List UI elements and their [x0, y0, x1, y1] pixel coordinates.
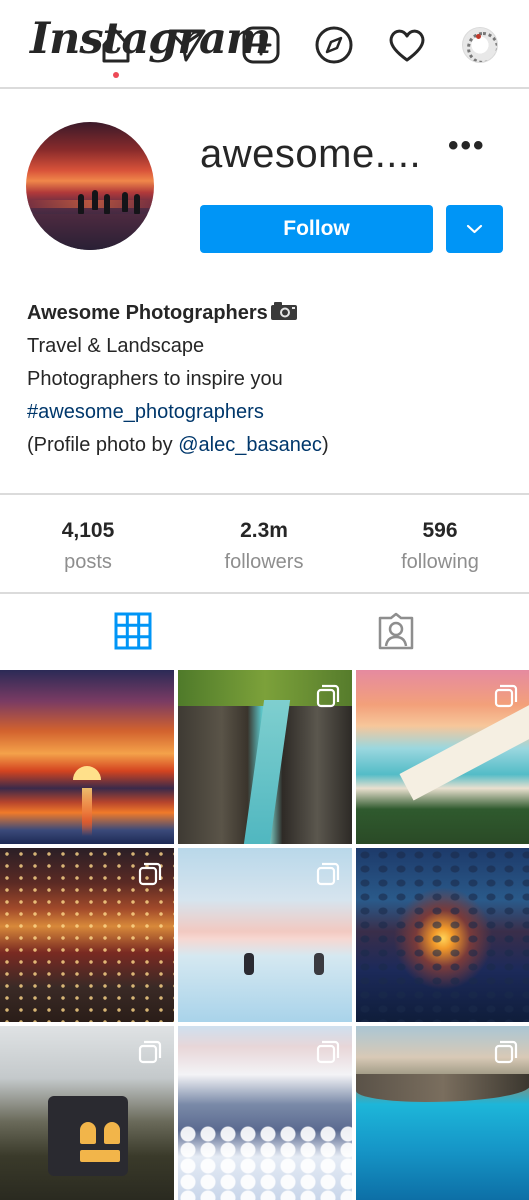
bio-line: Travel & Landscape [27, 335, 205, 357]
stat-label: followers [224, 551, 304, 573]
photo-figure [134, 194, 140, 214]
photo-figure [314, 953, 324, 975]
post-thumbnail-sunset-sea[interactable] [0, 670, 174, 844]
photo-figure [122, 192, 128, 212]
stat-value: 4,105 [61, 519, 115, 542]
multiple-photos-icon [138, 1040, 162, 1064]
post-thumbnail-beach-coast[interactable] [356, 670, 529, 844]
profile-stats: 4,105 posts 2.3m followers 596 following [0, 493, 529, 594]
photo-window [80, 1150, 120, 1162]
direct-icon[interactable] [166, 26, 208, 64]
bio-hashtag-link[interactable]: #awesome_photographers [27, 396, 507, 429]
tagged-tab[interactable] [376, 611, 416, 651]
bio-mention-link[interactable]: @alec_basanec [178, 434, 322, 456]
explore-icon[interactable] [314, 25, 354, 65]
photo-figure [78, 194, 84, 214]
photo-figure [92, 190, 98, 210]
multiple-photos-icon [494, 684, 518, 708]
profile-bio: Awesome Photographers Travel & Landscape… [27, 297, 507, 462]
instagram-logo[interactable]: Instagram [30, 14, 271, 64]
stat-label: posts [64, 551, 112, 573]
photo-reflection [82, 788, 92, 836]
photo-rocks [356, 1074, 529, 1102]
profile-username: awesome.... [200, 132, 422, 176]
photo-sea [26, 214, 154, 250]
stat-label: following [401, 551, 479, 573]
chevron-down-icon [466, 224, 483, 234]
follow-button[interactable]: Follow [200, 205, 433, 253]
photo-river [243, 700, 291, 844]
more-options-button[interactable]: ••• [448, 131, 492, 161]
profile-full-name: Awesome Photographers [27, 302, 268, 324]
posts-grid-tab[interactable] [113, 611, 153, 651]
photo-figure [104, 194, 110, 214]
multiple-photos-icon [316, 862, 340, 886]
bio-line: Photographers to inspire you [27, 368, 283, 390]
activity-heart-icon[interactable] [387, 25, 427, 65]
bio-credit-suffix: ) [321, 434, 329, 456]
photo-figure [244, 953, 254, 975]
stat-value: 596 [422, 519, 458, 542]
camera-emoji-icon [270, 302, 297, 320]
post-thumbnail-salt-flat[interactable] [178, 848, 352, 1022]
post-thumbnail-turquoise-bay[interactable] [356, 1026, 529, 1200]
profile-avatar-icon[interactable] [462, 27, 498, 63]
followers-stat[interactable]: 2.3m followers [176, 519, 352, 574]
posts-stat: 4,105 posts [0, 519, 176, 574]
photo-sun [73, 766, 101, 780]
notification-dot [113, 72, 119, 78]
photo-window [104, 1122, 120, 1144]
post-thumbnail-sunset-reflection[interactable] [356, 848, 529, 1022]
tagged-person-icon [378, 612, 414, 650]
stat-value: 2.3m [240, 519, 288, 542]
multiple-photos-icon [316, 684, 340, 708]
photo-clouds [178, 1126, 352, 1200]
post-thumbnail-forest-house[interactable] [0, 1026, 174, 1200]
grid-icon [114, 612, 152, 650]
bio-credit-prefix: (Profile photo by [27, 434, 179, 456]
multiple-photos-icon [138, 862, 162, 886]
photo-clouds [356, 848, 529, 1022]
following-stat[interactable]: 596 following [352, 519, 528, 574]
post-thumbnail-snowy-mountain[interactable] [178, 1026, 352, 1200]
new-post-icon[interactable] [241, 25, 281, 65]
post-thumbnail-lit-street[interactable] [0, 848, 174, 1022]
photo-window [80, 1122, 96, 1144]
top-nav-bar: Instagram [0, 0, 529, 89]
profile-photo[interactable] [26, 122, 154, 250]
post-thumbnail-canyon-river[interactable] [178, 670, 352, 844]
multiple-photos-icon [316, 1040, 340, 1064]
multiple-photos-icon [494, 1040, 518, 1064]
suggestions-dropdown-button[interactable] [446, 205, 503, 253]
